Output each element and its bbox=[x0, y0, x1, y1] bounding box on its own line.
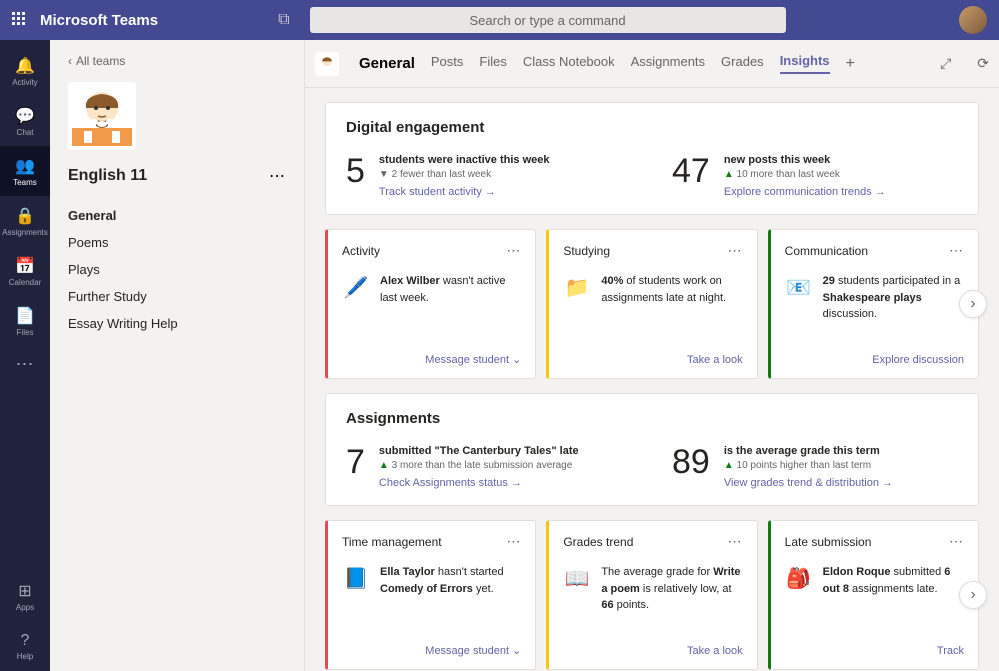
card-studying: Studying⋯ 📁40% of students work on assig… bbox=[546, 229, 757, 379]
file-icon: 📄 bbox=[15, 306, 35, 326]
rail-apps[interactable]: ⊞Apps bbox=[0, 571, 50, 621]
down-arrow-icon: ▼ bbox=[379, 169, 392, 180]
engagement-panel: Digital engagement 5 students were inact… bbox=[325, 102, 979, 215]
tab-files[interactable]: Files bbox=[479, 54, 506, 73]
refresh-icon[interactable]: ⟳ bbox=[977, 55, 989, 72]
stat-avg-grade: 89 is the average grade this term ▲ 10 p… bbox=[672, 445, 958, 489]
rail-calendar[interactable]: 📅Calendar bbox=[0, 246, 50, 296]
card-activity: Activity⋯ 🖊️Alex Wilber wasn't active la… bbox=[325, 229, 536, 379]
assignments-panel: Assignments 7 submitted "The Canterbury … bbox=[325, 393, 979, 506]
engagement-title: Digital engagement bbox=[346, 119, 958, 136]
view-grades-link[interactable]: View grades trend & distribution → bbox=[724, 477, 893, 489]
calendar-icon: 📅 bbox=[15, 256, 35, 276]
explore-trends-link[interactable]: Explore communication trends → bbox=[724, 186, 886, 198]
card-more-icon[interactable]: ⋯ bbox=[506, 242, 521, 259]
rail-chat[interactable]: 💬Chat bbox=[0, 96, 50, 146]
add-tab-icon[interactable]: + bbox=[846, 55, 855, 73]
tab-grades[interactable]: Grades bbox=[721, 54, 764, 73]
tab-class-notebook[interactable]: Class Notebook bbox=[523, 54, 615, 73]
stat-inactive-students: 5 students were inactive this week ▼ 2 f… bbox=[346, 154, 632, 198]
chat-icon: 💬 bbox=[15, 106, 35, 126]
rail-help[interactable]: ?Help bbox=[0, 621, 50, 671]
main-content: General Posts Files Class Notebook Assig… bbox=[305, 40, 999, 671]
email-icon: 📧 bbox=[785, 273, 813, 301]
channel-further-study[interactable]: Further Study bbox=[68, 283, 286, 310]
rail-files[interactable]: 📄Files bbox=[0, 296, 50, 346]
channel-plays[interactable]: Plays bbox=[68, 256, 286, 283]
up-arrow-icon: ▲ bbox=[724, 460, 737, 471]
popout-icon[interactable]: ⧉ bbox=[278, 11, 289, 29]
rail-assignments[interactable]: 🔒Assignments bbox=[0, 196, 50, 246]
track-action[interactable]: Track bbox=[785, 645, 964, 657]
card-more-icon[interactable]: ⋯ bbox=[728, 533, 743, 550]
tab-insights[interactable]: Insights bbox=[780, 53, 830, 74]
apps-icon: ⊞ bbox=[18, 581, 31, 601]
card-grades-trend: Grades trend⋯ 📖The average grade for Wri… bbox=[546, 520, 757, 670]
stat-late-submissions: 7 submitted "The Canterbury Tales" late … bbox=[346, 445, 632, 489]
explore-discussion-action[interactable]: Explore discussion bbox=[785, 354, 964, 366]
tab-assignments[interactable]: Assignments bbox=[631, 54, 705, 73]
message-student-action[interactable]: Message student ⌄ bbox=[342, 644, 521, 657]
stat-new-posts: 47 new posts this week ▲ 10 more than la… bbox=[672, 154, 958, 198]
book-icon: 📘 bbox=[342, 564, 370, 592]
app-rail: 🔔Activity 💬Chat 👥Teams 🔒Assignments 📅Cal… bbox=[0, 40, 50, 671]
tab-channel-name: General bbox=[359, 55, 415, 72]
expand-icon[interactable]: ⤢ bbox=[940, 55, 951, 72]
up-arrow-icon: ▲ bbox=[724, 169, 737, 180]
rail-activity[interactable]: 🔔Activity bbox=[0, 46, 50, 96]
app-launcher-icon[interactable] bbox=[12, 12, 28, 28]
card-more-icon[interactable]: ⋯ bbox=[506, 533, 521, 550]
open-book-icon: 📖 bbox=[563, 564, 591, 592]
team-avatar[interactable] bbox=[68, 82, 136, 150]
bell-icon: 🔔 bbox=[15, 56, 35, 76]
search-placeholder: Search or type a command bbox=[469, 13, 625, 28]
stat-num: 47 bbox=[672, 154, 710, 198]
card-more-icon[interactable]: ⋯ bbox=[728, 242, 743, 259]
card-time-management: Time management⋯ 📘Ella Taylor hasn't sta… bbox=[325, 520, 536, 670]
take-look-action[interactable]: Take a look bbox=[563, 645, 742, 657]
channel-general[interactable]: General bbox=[68, 202, 286, 229]
chevron-left-icon: ‹ bbox=[68, 54, 72, 68]
stat-num: 7 bbox=[346, 445, 365, 489]
message-student-action[interactable]: Message student ⌄ bbox=[342, 353, 521, 366]
track-activity-link[interactable]: Track student activity → bbox=[379, 186, 550, 198]
team-more-icon[interactable]: ⋯ bbox=[269, 166, 286, 186]
stat-num: 5 bbox=[346, 154, 365, 198]
lock-icon: 🔒 bbox=[15, 206, 35, 226]
take-look-action[interactable]: Take a look bbox=[563, 354, 742, 366]
help-icon: ? bbox=[21, 632, 30, 650]
shakespeare-icon bbox=[72, 86, 132, 146]
pencil-cup-icon: 🖊️ bbox=[342, 273, 370, 301]
tabs-row: General Posts Files Class Notebook Assig… bbox=[305, 40, 999, 88]
app-title: Microsoft Teams bbox=[40, 12, 158, 29]
rail-more-icon[interactable]: ⋯ bbox=[16, 354, 35, 375]
channel-list: General Poems Plays Further Study Essay … bbox=[68, 202, 286, 337]
channel-poems[interactable]: Poems bbox=[68, 229, 286, 256]
channel-essay-writing[interactable]: Essay Writing Help bbox=[68, 310, 286, 337]
card-more-icon[interactable]: ⋯ bbox=[949, 533, 964, 550]
next-arrow-icon[interactable]: › bbox=[959, 290, 987, 318]
tab-posts[interactable]: Posts bbox=[431, 54, 464, 73]
up-arrow-icon: ▲ bbox=[379, 460, 392, 471]
user-avatar[interactable] bbox=[959, 6, 987, 34]
next-arrow-icon[interactable]: › bbox=[959, 581, 987, 609]
team-name: English 11 bbox=[68, 167, 147, 185]
check-assignments-link[interactable]: Check Assignments status → bbox=[379, 477, 579, 489]
card-more-icon[interactable]: ⋯ bbox=[949, 242, 964, 259]
teams-icon: 👥 bbox=[15, 156, 35, 176]
tab-channel-avatar bbox=[315, 52, 339, 76]
cards-row-1: Activity⋯ 🖊️Alex Wilber wasn't active la… bbox=[325, 229, 979, 379]
assignments-title: Assignments bbox=[346, 410, 958, 427]
backpack-icon: 🎒 bbox=[785, 564, 813, 592]
rail-teams[interactable]: 👥Teams bbox=[0, 146, 50, 196]
back-all-teams[interactable]: ‹All teams bbox=[68, 54, 286, 68]
cards-row-2: Time management⋯ 📘Ella Taylor hasn't sta… bbox=[325, 520, 979, 670]
folder-icon: 📁 bbox=[563, 273, 591, 301]
card-communication: Communication⋯ 📧29 students participated… bbox=[768, 229, 979, 379]
card-late-submission: Late submission⋯ 🎒Eldon Roque submitted … bbox=[768, 520, 979, 670]
stat-num: 89 bbox=[672, 445, 710, 489]
search-input[interactable]: Search or type a command bbox=[310, 7, 786, 33]
channel-sidebar: ‹All teams English 11 ⋯ General bbox=[50, 40, 305, 671]
